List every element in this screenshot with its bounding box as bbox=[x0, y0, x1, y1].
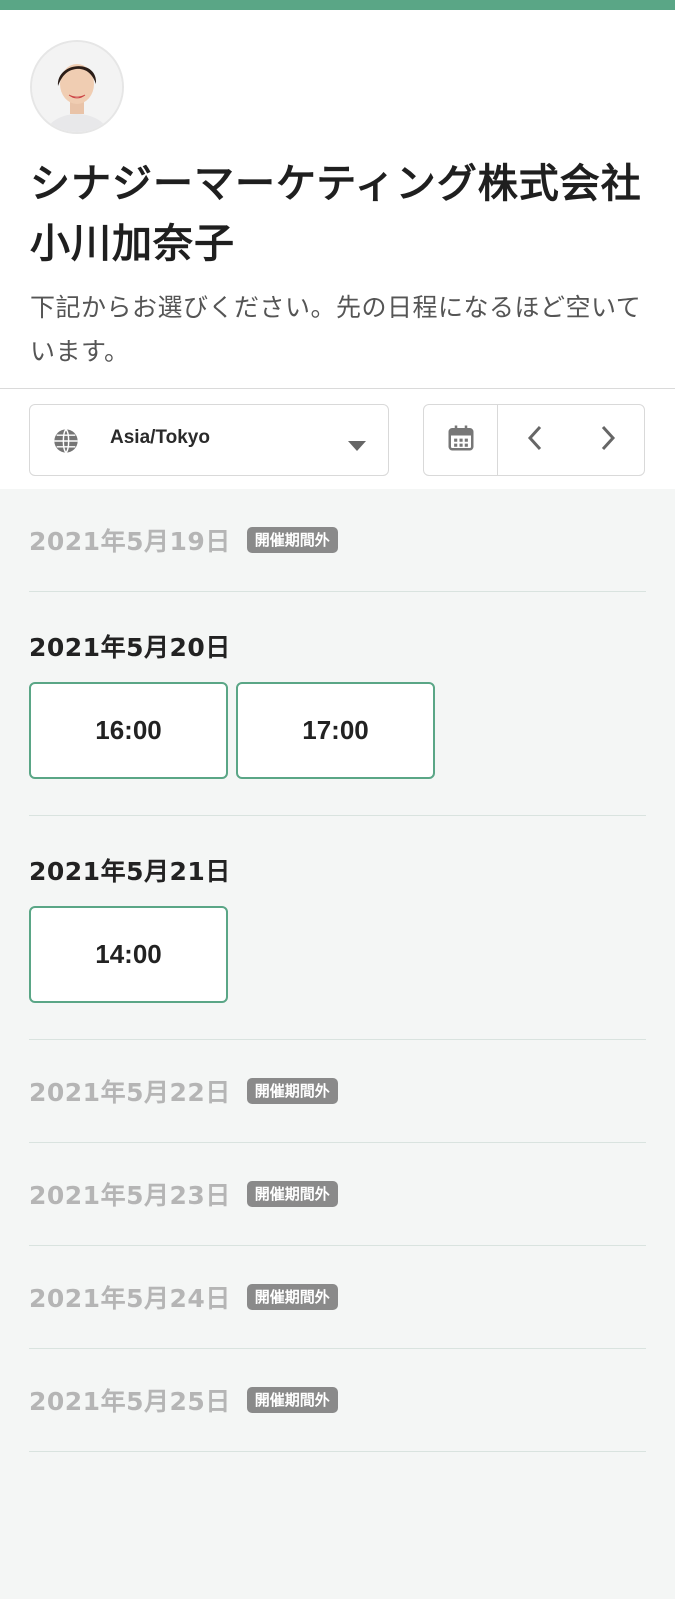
status-badge: 開催期間外 bbox=[246, 1078, 338, 1104]
status-badge: 開催期間外 bbox=[246, 527, 338, 553]
time-slot-button[interactable]: 17:00 bbox=[236, 682, 435, 779]
host-name: シナジーマーケティング株式会社 小川加奈子 bbox=[30, 161, 675, 267]
day-row: 2021年5月24日 開催期間外 bbox=[29, 1246, 646, 1349]
day-list: 2021年5月19日 開催期間外 2021年5月20日 16:00 17:00 … bbox=[0, 489, 675, 1452]
globe-icon bbox=[52, 427, 80, 459]
day-date: 2021年5月21日 bbox=[29, 857, 231, 886]
host-header: シナジーマーケティング株式会社 小川加奈子 下記からお選びください。先の日程にな… bbox=[0, 10, 675, 388]
day-row: 2021年5月20日 16:00 17:00 bbox=[29, 592, 646, 816]
chevron-left-icon bbox=[527, 425, 543, 455]
prev-button[interactable] bbox=[498, 405, 571, 475]
day-date: 2021年5月24日 bbox=[29, 1284, 231, 1313]
day-row: 2021年5月23日 開催期間外 bbox=[29, 1143, 646, 1246]
date-nav-group bbox=[423, 404, 645, 476]
controls-bar: Asia/Tokyo bbox=[0, 389, 675, 489]
day-row: 2021年5月19日 開催期間外 bbox=[29, 489, 646, 592]
day-row: 2021年5月21日 14:00 bbox=[29, 816, 646, 1040]
slot-list: 16:00 17:00 bbox=[29, 682, 646, 779]
top-accent-bar bbox=[0, 0, 675, 10]
day-date: 2021年5月19日 bbox=[29, 527, 231, 556]
calendar-button[interactable] bbox=[424, 405, 498, 475]
next-button[interactable] bbox=[571, 405, 644, 475]
avatar bbox=[30, 40, 124, 134]
time-slot-button[interactable]: 14:00 bbox=[29, 906, 228, 1003]
timezone-value: Asia/Tokyo bbox=[110, 427, 210, 448]
day-date: 2021年5月20日 bbox=[29, 633, 231, 662]
day-date: 2021年5月23日 bbox=[29, 1181, 231, 1210]
status-badge: 開催期間外 bbox=[246, 1387, 338, 1413]
status-badge: 開催期間外 bbox=[246, 1181, 338, 1207]
avatar-portrait bbox=[32, 42, 122, 132]
timezone-select[interactable]: Asia/Tokyo bbox=[29, 404, 389, 476]
day-row: 2021年5月25日 開催期間外 bbox=[29, 1349, 646, 1452]
status-badge: 開催期間外 bbox=[246, 1284, 338, 1310]
day-date: 2021年5月22日 bbox=[29, 1078, 231, 1107]
chevron-right-icon bbox=[600, 425, 616, 455]
day-row: 2021年5月22日 開催期間外 bbox=[29, 1040, 646, 1143]
host-description: 下記からお選びください。先の日程になるほど空いています。 bbox=[30, 293, 642, 366]
day-date: 2021年5月25日 bbox=[29, 1387, 231, 1416]
slot-list: 14:00 bbox=[29, 906, 646, 1003]
caret-down-icon bbox=[348, 436, 366, 455]
calendar-icon bbox=[446, 423, 476, 457]
time-slot-button[interactable]: 16:00 bbox=[29, 682, 228, 779]
